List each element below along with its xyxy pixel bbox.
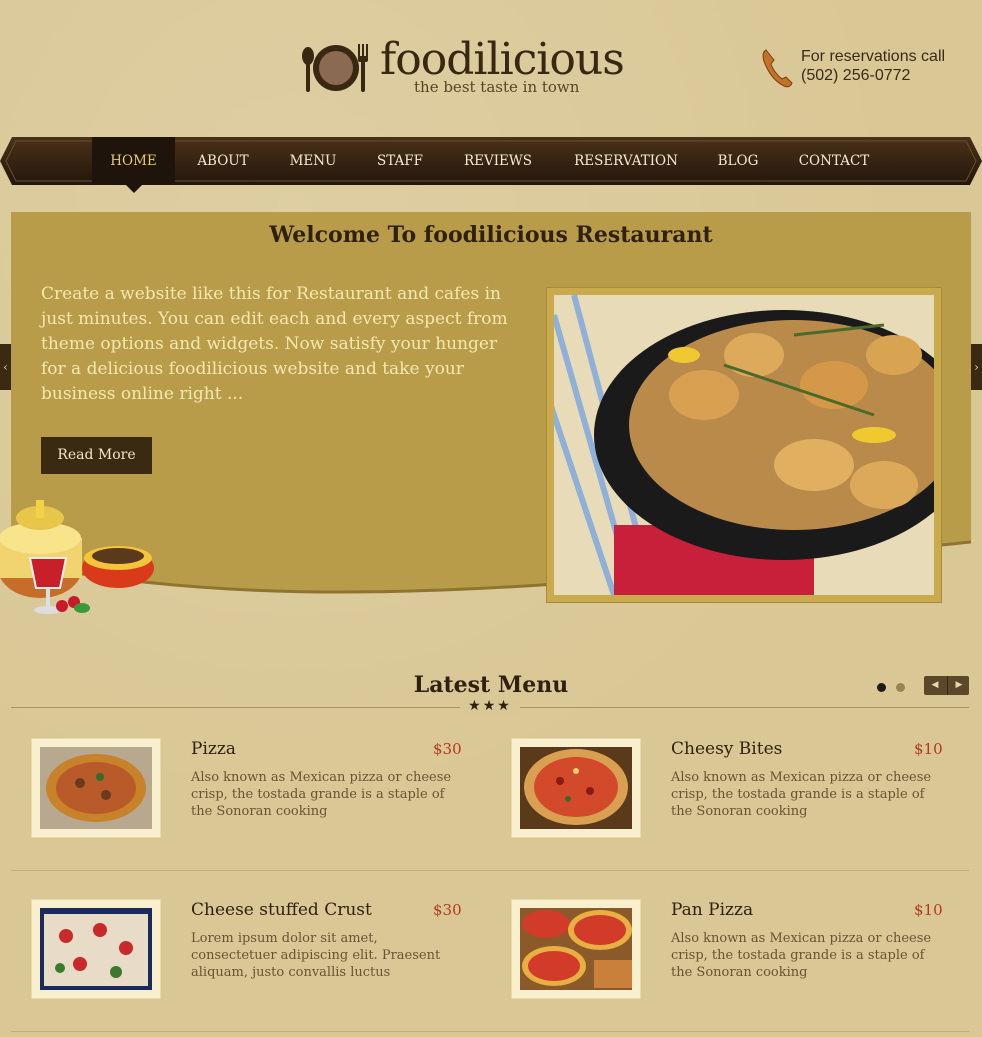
nav-reviews[interactable]: REVIEWS (454, 137, 542, 185)
hero-title: Welcome To foodilicious Restaurant (269, 222, 713, 248)
hero-description: Create a website like this for Restauran… (41, 284, 508, 404)
carousel-dot-active[interactable] (877, 683, 886, 692)
menu-item-price: $10 (914, 901, 943, 919)
phone-icon (762, 49, 793, 88)
stuffed-crust-image (40, 908, 152, 990)
site-logo[interactable]: foodilicious the best taste in town (300, 36, 630, 100)
nav-blog[interactable]: BLOG (708, 137, 768, 185)
chicken-skillet-image (554, 295, 934, 595)
pan-pizza-image (520, 908, 632, 990)
pager-next-button[interactable]: ▶ (947, 676, 970, 695)
pager-prev-button[interactable]: ◀ (924, 676, 946, 695)
pizza-image (40, 747, 152, 829)
menu-row-divider (11, 1031, 969, 1032)
stars-ornament: ★★★ (460, 698, 520, 714)
hero-prev-arrow[interactable]: ‹ (0, 344, 11, 390)
hero-image-frame (546, 287, 942, 603)
plate-cutlery-icon (302, 44, 368, 92)
nav-reservation[interactable]: RESERVATION (564, 137, 688, 185)
menu-item-name[interactable]: Cheese stuffed Crust (191, 900, 372, 920)
cake-wine-decoration (0, 500, 154, 614)
phone-number[interactable]: (502) 256-0772 (801, 67, 910, 85)
menu-item-photo-pan-pizza[interactable] (511, 899, 641, 999)
menu-item-photo-cheesy-bites[interactable] (511, 738, 641, 838)
brand-tagline: the best taste in town (414, 78, 580, 96)
menu-item-price: $30 (433, 901, 462, 919)
nav-menu[interactable]: MENU (280, 137, 346, 185)
main-navigation: HOME ABOUT MENU STAFF REVIEWS RESERVATIO… (0, 137, 982, 193)
menu-item-price: $10 (914, 740, 943, 758)
menu-item-name[interactable]: Cheesy Bites (671, 739, 782, 759)
nav-staff[interactable]: STAFF (366, 137, 434, 185)
menu-item-name[interactable]: Pizza (191, 739, 236, 759)
menu-item-description: Also known as Mexican pizza or cheese cr… (671, 931, 932, 980)
read-more-button[interactable]: Read More (41, 437, 152, 474)
phone-label: For reservations call (801, 48, 946, 65)
cheesy-bites-image (520, 747, 632, 829)
nav-home[interactable]: HOME (92, 137, 175, 193)
nav-contact[interactable]: CONTACT (788, 137, 880, 185)
carousel-pager: ◀ ▶ (924, 676, 969, 695)
brand-name: foodilicious (380, 34, 625, 85)
menu-item-name[interactable]: Pan Pizza (671, 900, 753, 920)
latest-menu-title: Latest Menu (413, 672, 569, 698)
dessert-decoration (0, 498, 160, 626)
nav-about[interactable]: ABOUT (186, 137, 260, 185)
menu-item-photo-cheese-stuffed-crust[interactable] (31, 899, 161, 999)
reservation-contact: For reservations call (502) 256-0772 (760, 48, 970, 92)
carousel-dot[interactable] (896, 683, 905, 692)
hero-next-arrow[interactable]: › (971, 344, 982, 390)
menu-item-photo-pizza[interactable] (31, 738, 161, 838)
menu-row-divider (11, 870, 969, 871)
menu-item-description: Lorem ipsum dolor sit amet, consectetuer… (191, 931, 441, 980)
menu-item-description: Also known as Mexican pizza or cheese cr… (191, 770, 452, 819)
menu-item-price: $30 (433, 740, 462, 758)
menu-item-description: Also known as Mexican pizza or cheese cr… (671, 770, 932, 819)
